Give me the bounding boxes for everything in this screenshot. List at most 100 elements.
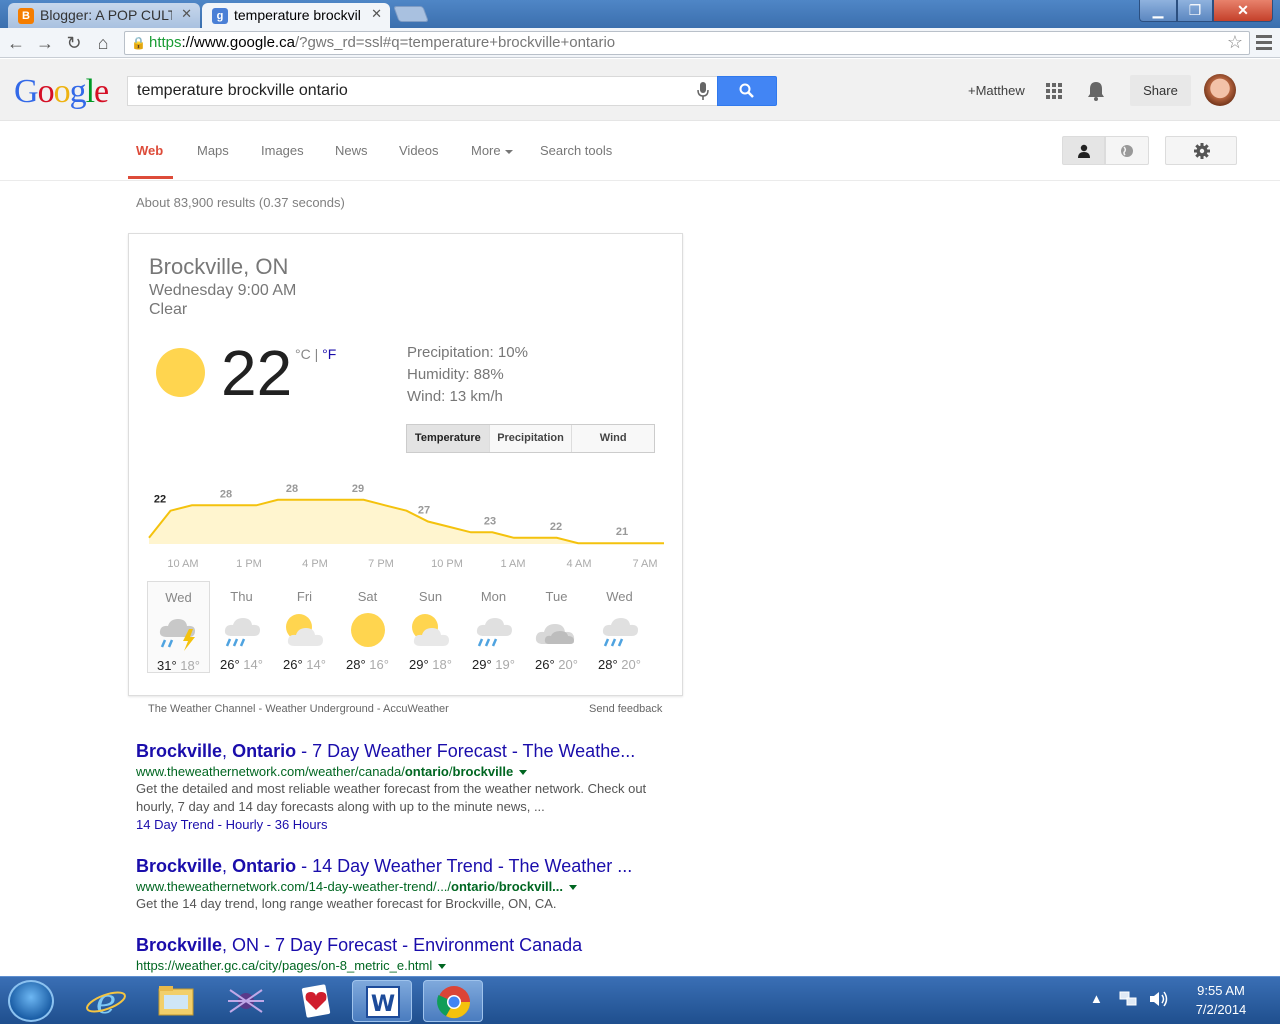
- home-icon[interactable]: ⌂: [91, 31, 115, 55]
- chevron-down-icon[interactable]: [438, 964, 447, 970]
- tab-videos[interactable]: Videos: [399, 143, 439, 158]
- address-bar[interactable]: 🔒 https://www.google.ca/?gws_rd=ssl#q=tem…: [124, 31, 1250, 55]
- forecast-day[interactable]: Sun 29° 18°: [399, 581, 462, 673]
- forecast-low: 18°: [428, 657, 452, 672]
- result-title[interactable]: Brockville, Ontario - 14 Day Weather Tre…: [136, 856, 656, 877]
- result-snippet: Get the 14 day trend, long range weather…: [136, 896, 557, 911]
- forecast-low: 19°: [491, 657, 515, 672]
- tab-blogger[interactable]: B Blogger: A POP CULT ✕: [8, 3, 200, 28]
- forward-icon[interactable]: →: [33, 31, 57, 55]
- unit-separator: |: [310, 346, 323, 362]
- forecast-day-name: Mon: [480, 589, 507, 604]
- settings-button[interactable]: [1165, 136, 1237, 165]
- forecast-day[interactable]: Sat 28° 16°: [336, 581, 399, 673]
- forecast-day-name: Wed: [165, 590, 192, 605]
- result-title[interactable]: Brockville, Ontario - 7 Day Weather Fore…: [136, 741, 656, 762]
- result-title[interactable]: Brockville, ON - 7 Day Forecast - Enviro…: [136, 935, 656, 956]
- close-window-button[interactable]: ✕: [1213, 0, 1273, 22]
- search-input[interactable]: temperature brockville ontario: [127, 76, 718, 106]
- clock[interactable]: 9:55 AM 7/2/2014: [1186, 983, 1256, 1017]
- chart-x-tick: 7 PM: [368, 558, 394, 570]
- notification-bell-icon[interactable]: [1087, 81, 1105, 101]
- forecast-low: 20°: [617, 657, 641, 672]
- close-tab-icon[interactable]: ✕: [371, 6, 382, 22]
- browser-toolbar: ← → ↻ ⌂ 🔒 https://www.google.ca/?gws_rd=s…: [0, 28, 1280, 58]
- window-titlebar: B Blogger: A POP CULT ✕ g temperature br…: [0, 0, 1280, 28]
- close-tab-icon[interactable]: ✕: [181, 6, 192, 22]
- celsius-unit[interactable]: °C: [295, 346, 311, 362]
- fahrenheit-link[interactable]: °F: [322, 346, 336, 362]
- tab-images[interactable]: Images: [261, 143, 304, 158]
- start-button[interactable]: [8, 980, 54, 1022]
- chevron-down-icon[interactable]: [519, 770, 528, 776]
- forecast-day[interactable]: Wed 28° 20°: [588, 581, 651, 673]
- chrome-icon[interactable]: [423, 980, 483, 1022]
- chrome-menu-icon[interactable]: [1256, 35, 1272, 51]
- search-button[interactable]: [717, 76, 777, 106]
- forecast-day[interactable]: Tue 26° 20°: [525, 581, 588, 673]
- url-scheme: https: [149, 34, 182, 51]
- maximize-button[interactable]: ❐: [1177, 0, 1213, 22]
- tab-google-search[interactable]: g temperature brockvil ✕: [202, 3, 390, 28]
- forecast-high: 29°: [409, 657, 429, 672]
- microphone-icon[interactable]: [697, 82, 709, 100]
- google-logo[interactable]: Google: [14, 73, 109, 111]
- tab-web[interactable]: Web: [136, 143, 163, 158]
- forecast-low: 20°: [554, 657, 578, 672]
- result-sitelinks[interactable]: 14 Day Trend - Hourly - 36 Hours: [136, 817, 656, 832]
- person-icon: [1078, 144, 1090, 158]
- profile-link[interactable]: +Matthew: [968, 83, 1025, 98]
- forecast-day[interactable]: Fri 26° 14°: [273, 581, 336, 673]
- reload-icon[interactable]: ↻: [62, 31, 86, 55]
- send-feedback-link[interactable]: Send feedback: [589, 703, 662, 715]
- back-icon[interactable]: ←: [4, 31, 28, 55]
- show-hidden-icons[interactable]: ▲: [1090, 991, 1103, 1006]
- lock-icon: 🔒: [131, 36, 146, 50]
- internet-explorer-icon[interactable]: e: [76, 980, 136, 1022]
- tab-news[interactable]: News: [335, 143, 368, 158]
- weather-sources[interactable]: The Weather Channel - Weather Undergroun…: [148, 703, 449, 715]
- result-url: www.theweathernetwork.com/weather/canada…: [136, 764, 656, 779]
- global-results-button[interactable]: [1105, 136, 1149, 165]
- apps-grid-icon[interactable]: [1046, 83, 1062, 99]
- spider-solitaire-icon[interactable]: [216, 980, 276, 1022]
- precipitation-tab[interactable]: Precipitation: [488, 425, 572, 452]
- search-tools-button[interactable]: Search tools: [540, 143, 612, 158]
- share-button[interactable]: Share: [1130, 75, 1191, 106]
- word-icon[interactable]: W: [352, 980, 412, 1022]
- chart-point-label: 29: [352, 483, 364, 495]
- search-result: Brockville, Ontario - 14 Day Weather Tre…: [136, 856, 656, 913]
- file-explorer-icon[interactable]: [146, 980, 206, 1022]
- avatar[interactable]: [1204, 74, 1236, 106]
- forecast-high: 28°: [598, 657, 618, 672]
- forecast-day[interactable]: Mon 29° 19°: [462, 581, 525, 673]
- chevron-down-icon[interactable]: [569, 885, 578, 891]
- temperature-tab[interactable]: Temperature: [407, 425, 489, 452]
- minimize-button[interactable]: ▁: [1139, 0, 1177, 22]
- personal-results-button[interactable]: [1062, 136, 1105, 165]
- wind-tab[interactable]: Wind: [571, 425, 655, 452]
- blogger-icon: B: [18, 8, 34, 24]
- tab-more[interactable]: More: [471, 143, 513, 158]
- chart-point-label: 22: [550, 521, 562, 533]
- chart-x-tick: 10 PM: [431, 558, 463, 570]
- forecast-temps: 26° 20°: [525, 657, 588, 672]
- unit-toggle: °C | °F: [295, 346, 336, 362]
- globe-icon: [1121, 145, 1133, 157]
- forecast-day[interactable]: Wed 31° 18°: [147, 581, 210, 673]
- new-tab-button[interactable]: [393, 6, 429, 22]
- forecast-day[interactable]: Thu 26° 14°: [210, 581, 273, 673]
- sunny-icon: [156, 348, 205, 397]
- active-tab-indicator: [128, 176, 173, 179]
- network-icon[interactable]: [1118, 989, 1138, 1012]
- forecast-day-name: Tue: [545, 589, 568, 604]
- clock-time: 9:55 AM: [1197, 983, 1245, 998]
- partly-cloudy-icon: [285, 614, 323, 646]
- rain-icon: [224, 618, 260, 647]
- weather-view-toggle: Temperature Precipitation Wind: [406, 424, 655, 453]
- bookmark-star-icon[interactable]: ☆: [1227, 31, 1243, 53]
- chart-x-tick: 1 PM: [236, 558, 262, 570]
- tab-maps[interactable]: Maps: [197, 143, 229, 158]
- volume-icon[interactable]: [1148, 989, 1170, 1012]
- hearts-icon[interactable]: [286, 980, 346, 1022]
